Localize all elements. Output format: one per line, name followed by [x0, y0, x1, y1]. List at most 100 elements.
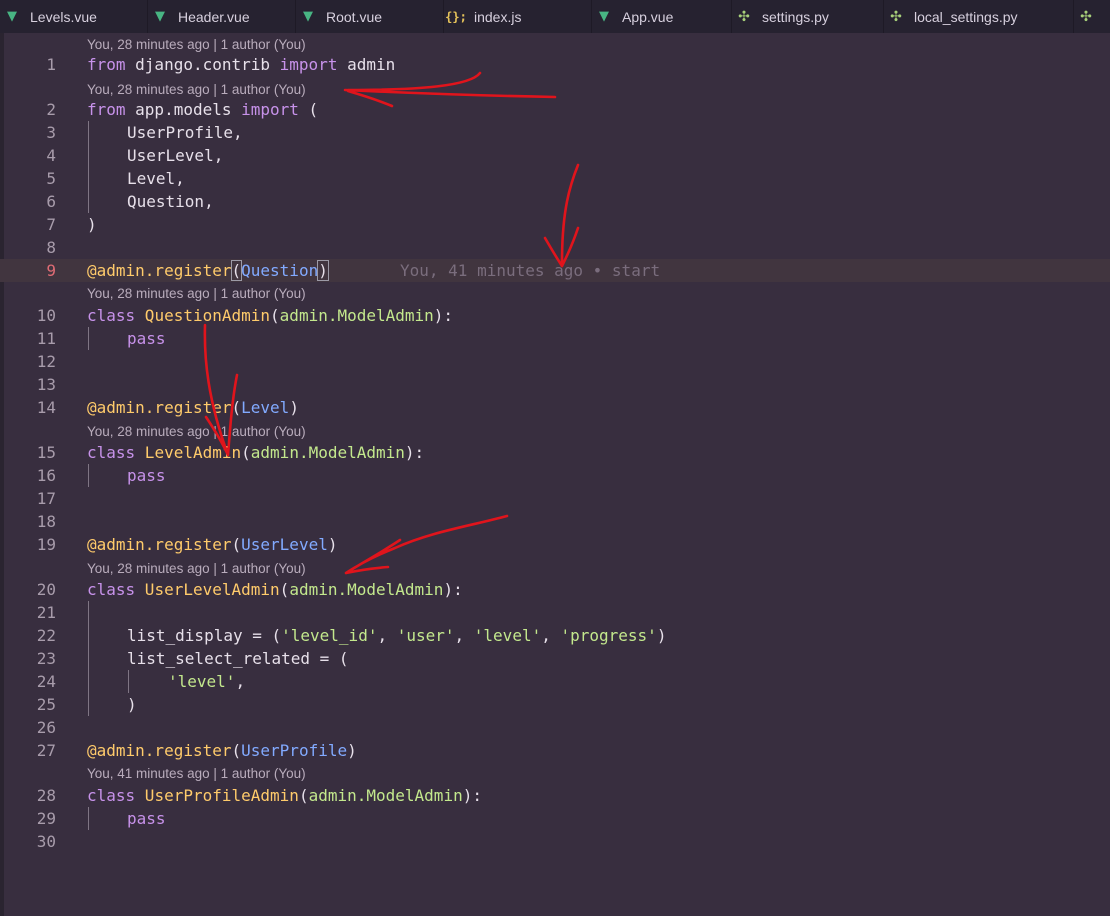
code-line[interactable]: 30 — [0, 830, 1110, 853]
code-token: ) — [289, 398, 299, 417]
line-number: 8 — [46, 238, 56, 257]
code-line[interactable]: 2 from app.models import ( — [0, 98, 1110, 121]
line-number: 1 — [46, 55, 56, 74]
codelens-blame[interactable]: You, 28 minutes ago | 1 author (You) — [0, 422, 1110, 442]
tab-header-vue[interactable]: ▼ Header.vue — [148, 0, 296, 33]
tab-overflow[interactable]: ✣ — [1074, 0, 1110, 33]
line-number: 12 — [36, 352, 56, 371]
code-token: ) — [327, 535, 338, 554]
codelens-blame[interactable]: You, 28 minutes ago | 1 author (You) — [0, 284, 1110, 304]
line-number: 11 — [36, 329, 56, 348]
inline-blame: You, 41 minutes ago • start — [400, 261, 661, 280]
codelens-blame[interactable]: You, 28 minutes ago | 1 author (You) — [0, 35, 1110, 55]
line-number: 30 — [36, 832, 56, 851]
code-line[interactable]: 15 class LevelAdmin(admin.ModelAdmin): — [0, 441, 1110, 464]
code-token: list_select_related = ( — [127, 649, 349, 668]
line-number: 20 — [36, 580, 56, 599]
bracket-match: ) — [317, 260, 329, 281]
code-line[interactable]: 18 — [0, 510, 1110, 533]
indent-guide — [88, 167, 89, 190]
codelens-blame[interactable]: You, 28 minutes ago | 1 author (You) — [0, 80, 1110, 100]
tab-levels-vue[interactable]: ▼ Levels.vue — [0, 0, 148, 33]
code-line[interactable]: 14 @admin.register(Level) — [0, 396, 1110, 419]
tab-app-vue[interactable]: ▼ App.vue — [592, 0, 732, 33]
code-token: pass — [127, 329, 166, 348]
code-token: class — [87, 580, 136, 599]
code-token: @admin.register — [87, 535, 232, 554]
code-token: UserProfileAdmin — [135, 786, 299, 805]
code-token: ): — [433, 306, 454, 325]
tab-local-settings-py[interactable]: ✣ local_settings.py — [884, 0, 1074, 33]
codelens-text[interactable]: You, 28 minutes ago | 1 author (You) — [87, 559, 306, 579]
indent-guide — [88, 807, 89, 830]
codelens-text[interactable]: You, 41 minutes ago | 1 author (You) — [87, 764, 306, 784]
code-line[interactable]: 8 — [0, 236, 1110, 259]
code-token: class — [87, 306, 136, 325]
line-number: 15 — [36, 443, 56, 462]
code-line[interactable]: 20 class UserLevelAdmin(admin.ModelAdmin)… — [0, 578, 1110, 601]
code-token: Question, — [127, 192, 214, 211]
line-number: 22 — [36, 626, 56, 645]
code-token: class — [87, 786, 136, 805]
indent-guide — [88, 693, 89, 716]
tab-label: App.vue — [622, 8, 674, 25]
tab-label: local_settings.py — [914, 8, 1018, 25]
code-token: ) — [347, 741, 357, 760]
tab-index-js[interactable]: {}; index.js — [444, 0, 592, 33]
tab-root-vue[interactable]: ▼ Root.vue — [296, 0, 444, 33]
indent-guide — [88, 327, 89, 350]
code-line[interactable]: 7) — [0, 213, 1110, 236]
code-line[interactable]: 10 class QuestionAdmin(admin.ModelAdmin): — [0, 304, 1110, 327]
python-icon: ✣ — [1080, 8, 1092, 25]
code-line[interactable]: 5 Level, — [0, 167, 1110, 190]
code-line[interactable]: 17 — [0, 487, 1110, 510]
code-line[interactable]: 27 @admin.register(UserProfile) — [0, 739, 1110, 762]
code-line-current[interactable]: 9 @admin.register(Question) You, 41 minute… — [0, 259, 1110, 282]
code-line[interactable]: 29 pass — [0, 807, 1110, 830]
code-line[interactable]: 13 — [0, 373, 1110, 396]
tab-label: index.js — [474, 8, 522, 25]
code-token: UserLevel — [241, 535, 328, 554]
code-line[interactable]: 12 — [0, 350, 1110, 373]
code-line[interactable]: 23 list_select_related = ( — [0, 647, 1110, 670]
line-number: 6 — [46, 192, 56, 211]
code-line[interactable]: 11 pass — [0, 327, 1110, 350]
indent-guide — [88, 190, 89, 213]
code-line[interactable]: 26 — [0, 716, 1110, 739]
code-line[interactable]: 6 Question, — [0, 190, 1110, 213]
codelens-text[interactable]: You, 28 minutes ago | 1 author (You) — [87, 35, 306, 55]
codelens-text[interactable]: You, 28 minutes ago | 1 author (You) — [87, 284, 306, 304]
code-line[interactable]: 21 — [0, 601, 1110, 624]
indent-guide — [88, 601, 89, 624]
python-icon: ✣ — [738, 8, 750, 25]
code-line[interactable]: 16 pass — [0, 464, 1110, 487]
code-token: @admin.register — [87, 261, 232, 280]
code-line[interactable]: 4 UserLevel, — [0, 144, 1110, 167]
line-number: 25 — [36, 695, 56, 714]
code-token: ( — [298, 786, 309, 805]
line-number: 14 — [36, 398, 56, 417]
codelens-text[interactable]: You, 28 minutes ago | 1 author (You) — [87, 80, 306, 100]
code-line[interactable]: 22 list_display = ('level_id', 'user', 'l… — [0, 624, 1110, 647]
codelens-blame[interactable]: You, 28 minutes ago | 1 author (You) — [0, 559, 1110, 579]
code-line[interactable]: 24 'level', — [0, 670, 1110, 693]
vue-icon: ▼ — [7, 9, 17, 24]
code-line[interactable]: 25) — [0, 693, 1110, 716]
code-token: from — [87, 55, 126, 74]
code-line[interactable]: 1 from django.contrib import admin — [0, 53, 1110, 76]
code-line[interactable]: 19 @admin.register(UserLevel) — [0, 533, 1110, 556]
code-token: UserLevel, — [127, 146, 224, 165]
code-line[interactable]: 3 UserProfile, — [0, 121, 1110, 144]
line-number: 28 — [36, 786, 56, 805]
code-line[interactable]: 28 class UserProfileAdmin(admin.ModelAdmi… — [0, 784, 1110, 807]
code-token: ): — [404, 443, 425, 462]
codelens-blame[interactable]: You, 41 minutes ago | 1 author (You) — [0, 764, 1110, 784]
code-token: 'level' — [168, 672, 236, 691]
codelens-text[interactable]: You, 28 minutes ago | 1 author (You) — [87, 422, 306, 442]
code-token: pass — [127, 809, 166, 828]
tab-settings-py[interactable]: ✣ settings.py — [732, 0, 884, 33]
line-number: 3 — [46, 123, 56, 142]
code-token: , — [454, 626, 474, 645]
tab-label: Root.vue — [326, 8, 383, 25]
code-token: admin — [337, 55, 396, 74]
